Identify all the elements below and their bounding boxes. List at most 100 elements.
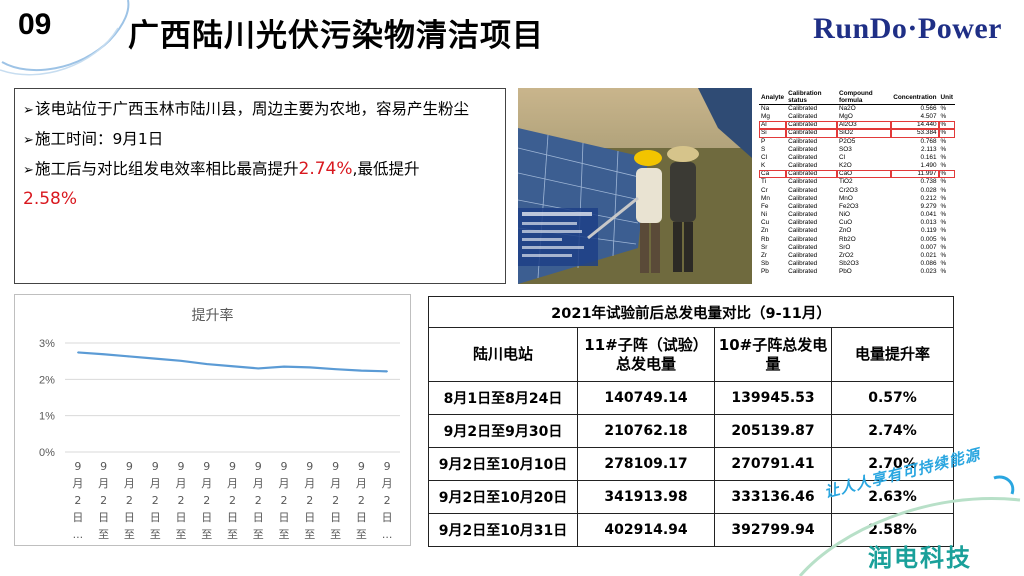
table-caption: 2021年试验前后总发电量对比（9-11月） (428, 296, 954, 328)
x-tick-label: 2 (229, 494, 236, 507)
slide-number: 09 (18, 8, 52, 41)
x-tick-label: 至 (330, 528, 341, 541)
analyte-table-cell: % (940, 251, 947, 259)
analyte-table-cell: 0.007 (920, 243, 937, 251)
analyte-table-cell: 0.021 (920, 251, 937, 259)
series-line (77, 351, 388, 373)
data-point (128, 355, 131, 358)
analyte-table-cell: % (938, 121, 955, 130)
analyte-table-cell: Si (759, 129, 787, 138)
highlight-max-gain: 2.74% (298, 159, 353, 179)
x-tick-label: 9 (229, 460, 236, 473)
analyte-table-row: Pb Calibrated PbO 0.023% (759, 268, 955, 276)
x-tick-label: 9 (152, 460, 159, 473)
info-bullet-text: ,最低提升 (352, 160, 420, 178)
data-point (386, 370, 388, 373)
x-tick-label: 9 (100, 460, 107, 473)
analyte-table-cell: MgO (838, 113, 853, 121)
x-tick-label: 日 (72, 511, 83, 524)
x-tick-label: 至 (124, 528, 135, 541)
analyte-table-cell: Rb2O (838, 235, 856, 243)
analyte-table-cell: 9.279 (920, 202, 937, 210)
x-tick-label: 9 (177, 460, 184, 473)
analyte-table-row: Rb Calibrated Rb2O 0.005% (759, 236, 955, 244)
analyte-table-cell: CuO (838, 219, 853, 227)
column-header-test-array: 11#子阵（试验）总发电量 (577, 327, 715, 382)
info-bullet-date: ➢施工时间：9月1日 (23, 125, 499, 155)
table-cell: 0.57% (831, 381, 954, 415)
analyte-table-cell: Calibrated (788, 194, 818, 202)
table-cell: 139945.53 (714, 381, 832, 415)
analyte-table-cell: Zn (761, 227, 769, 235)
analyte-table-cell: Calibrated (788, 202, 818, 210)
analyte-table-cell: Calibrated (788, 235, 818, 243)
analyte-table-cell: SO3 (838, 145, 852, 153)
x-tick-label: 月 (72, 477, 83, 490)
analyte-table-row: K Calibrated K2O 1.490% (759, 162, 955, 170)
analyte-table-cell: Al2O3 (836, 121, 892, 130)
analyte-table-cell: Calibrated (786, 170, 837, 179)
x-tick-label: 2 (255, 494, 262, 507)
analyte-table-cell: Calibrated (788, 251, 818, 259)
brand-name: 润电科技 (868, 544, 972, 572)
x-tick-label: 2 (203, 494, 210, 507)
analyte-table-cell: % (938, 129, 955, 138)
x-tick-label: 日 (98, 511, 109, 524)
data-point (283, 365, 285, 368)
analyte-table-cell: Calibrated (788, 211, 818, 219)
x-tick-label: 月 (382, 477, 393, 490)
analyte-table-cell: Calibrated (788, 186, 818, 194)
analyte-table-row: Al Calibrated Al2O3 14.440% (759, 121, 955, 130)
analyte-table-cell: % (940, 113, 947, 121)
x-tick-label: 日 (201, 511, 212, 524)
data-point (360, 369, 363, 372)
analyte-table-row: Si Calibrated SiO2 53.384% (759, 129, 955, 138)
analyte-table-cell: 0.028 (920, 186, 937, 194)
analyte-table-header: Unit (938, 90, 955, 105)
analyte-table-row: Cu Calibrated CuO 0.013% (759, 219, 955, 227)
chart-plot-area: 0% 1% 2% 3% 9 月 2 日... 9 月 2 日至 9 月 2 日至 9 月 2 日至 9 月 2 日至 9 月 2 日至… (39, 338, 400, 541)
analyte-table-cell: Calibrated (788, 153, 818, 161)
x-tick-label: 2 (152, 494, 159, 507)
analyte-table-cell: % (940, 268, 947, 276)
analyte-table-cell: ZnO (838, 227, 852, 235)
x-tick-label: ... (382, 528, 393, 541)
analyte-table-row: Cl Calibrated Cl 0.161% (759, 154, 955, 162)
y-tick-label: 3% (39, 338, 55, 350)
analyte-table-cell: S (761, 145, 766, 153)
column-header-gain-rate: 电量提升率 (831, 327, 954, 382)
analyte-table-cell: K (761, 162, 766, 170)
data-point (102, 353, 105, 356)
analyte-table-cell: % (940, 105, 947, 112)
analyte-table-cell: SrO (838, 243, 851, 251)
analyte-table-cell: Cl (761, 153, 768, 161)
table-cell: 2.74% (831, 414, 954, 448)
table-cell: 278109.17 (577, 447, 715, 481)
analyte-table-cell: 0.768 (920, 137, 937, 145)
project-info-box: ➢该电站位于广西玉林市陆川县，周边主要为农地，容易产生粉尘 ➢施工时间：9月1日… (14, 88, 506, 284)
analyte-table-cell: Ca (759, 170, 787, 179)
analyte-table-cell: 0.212 (920, 194, 937, 202)
x-tick-label: 至 (279, 528, 290, 541)
x-tick-label: 至 (304, 528, 315, 541)
x-tick-label: 9 (126, 460, 133, 473)
analyte-table-cell: 0.119 (921, 227, 937, 235)
x-tick-label: 日 (227, 511, 238, 524)
analyte-table-cell: % (940, 145, 947, 153)
analyte-table-cell: Pb (761, 268, 769, 276)
x-tick-label: 至 (150, 528, 161, 541)
x-tick-label: 日 (330, 511, 341, 524)
analyte-table-cell: % (940, 162, 947, 170)
analyte-table-cell: % (940, 227, 947, 235)
arrow-bullet-icon: ➢ (23, 103, 34, 118)
arrow-bullet-icon: ➢ (23, 133, 34, 148)
analyte-table-cell: Cl (838, 153, 846, 161)
analyte-table-cell: TiO2 (838, 178, 853, 186)
analyte-concentration-table: Analyte Calibration status Compound formul… (759, 90, 955, 276)
analyte-table-cell: Calibrated (788, 137, 818, 145)
analyte-table-cell: 11.997 (891, 170, 939, 179)
analyte-table-cell: Zr (761, 251, 768, 259)
analyte-table-cell: Calibrated (788, 243, 818, 251)
x-tick-label: 月 (356, 477, 367, 490)
table-cell: 341913.98 (577, 480, 715, 514)
